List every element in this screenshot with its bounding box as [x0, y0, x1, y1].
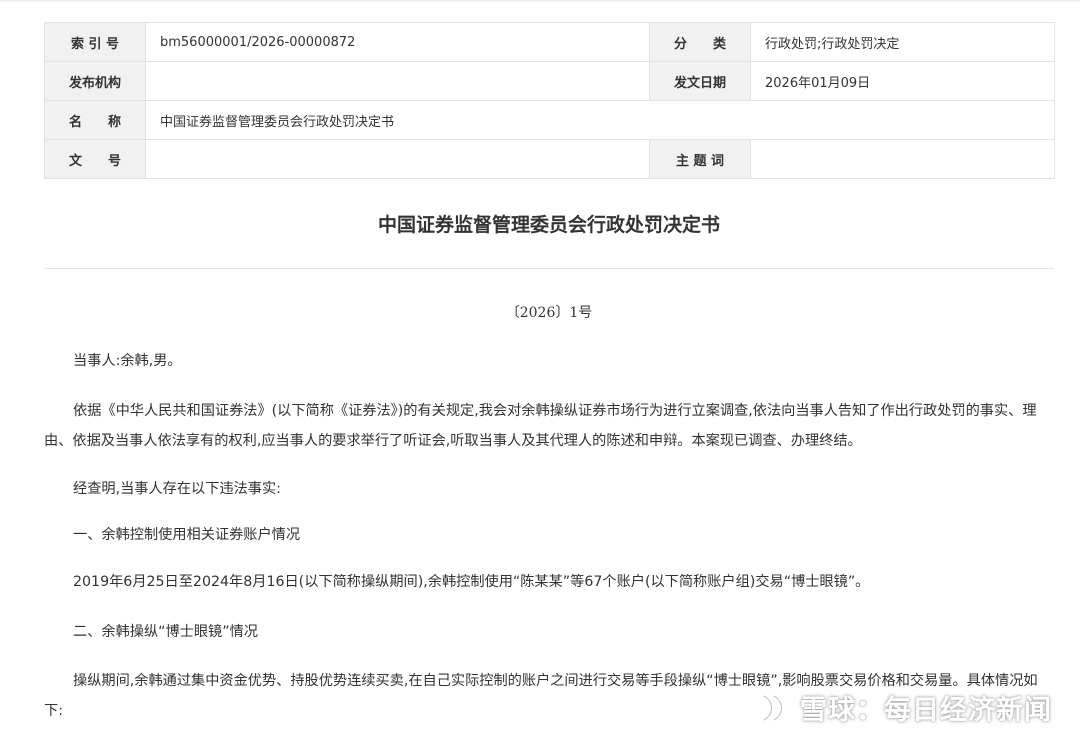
- section-one-paragraph: 2019年6月25日至2024年8月16日(以下简称操纵期间),余韩控制使用“陈…: [73, 574, 870, 590]
- publisher-value: [145, 61, 650, 101]
- document-number-value: [145, 139, 650, 179]
- meta-row-publisher: 发布机构 发文日期 2026年01月09日: [44, 61, 1055, 101]
- findings-intro-paragraph: 经查明,当事人存在以下违法事实:: [73, 481, 281, 497]
- document-meta-table: 索 引 号 bm56000001/2026-00000872 分 类 行政处罚;…: [44, 22, 1055, 179]
- category-value: 行政处罚;行政处罚决定: [750, 22, 1055, 62]
- index-number-value: bm56000001/2026-00000872: [145, 22, 650, 62]
- section-two-heading: 二、余韩操纵“博士眼镜”情况: [73, 624, 258, 640]
- document-number-label: 文 号: [44, 139, 146, 179]
- publisher-label: 发布机构: [44, 61, 146, 101]
- document-number: 〔2026〕1号: [505, 305, 593, 321]
- section-one-heading: 一、余韩控制使用相关证券账户情况: [73, 527, 301, 543]
- issue-date-value: 2026年01月09日: [750, 61, 1055, 101]
- meta-row-name: 名 称 中国证券监督管理委员会行政处罚决定书: [44, 100, 1055, 140]
- subject-words-label: 主 题 词: [649, 139, 751, 179]
- name-value: 中国证券监督管理委员会行政处罚决定书: [145, 100, 1055, 140]
- issue-date-label: 发文日期: [649, 61, 751, 101]
- basis-paragraph: 依据《中华人民共和国证券法》(以下简称《证券法》)的有关规定,我会对余韩操纵证券…: [44, 403, 1037, 449]
- party-paragraph: 当事人:余韩,男。: [73, 353, 182, 369]
- name-label: 名 称: [44, 100, 146, 140]
- meta-row-docno: 文 号 主 题 词: [44, 139, 1055, 179]
- top-rule: [0, 0, 1080, 2]
- index-number-label: 索 引 号: [44, 22, 146, 62]
- document-title: 中国证券监督管理委员会行政处罚决定书: [377, 214, 720, 236]
- watermark-text: 雪球：每日经济新闻: [800, 695, 1052, 726]
- meta-row-index: 索 引 号 bm56000001/2026-00000872 分 类 行政处罚;…: [44, 22, 1055, 62]
- category-label: 分 类: [649, 22, 751, 62]
- title-divider: [44, 268, 1054, 269]
- subject-words-value: [750, 139, 1055, 179]
- source-watermark: 雪球：每日经济新闻: [758, 688, 1052, 727]
- snowball-logo-icon: [758, 692, 794, 724]
